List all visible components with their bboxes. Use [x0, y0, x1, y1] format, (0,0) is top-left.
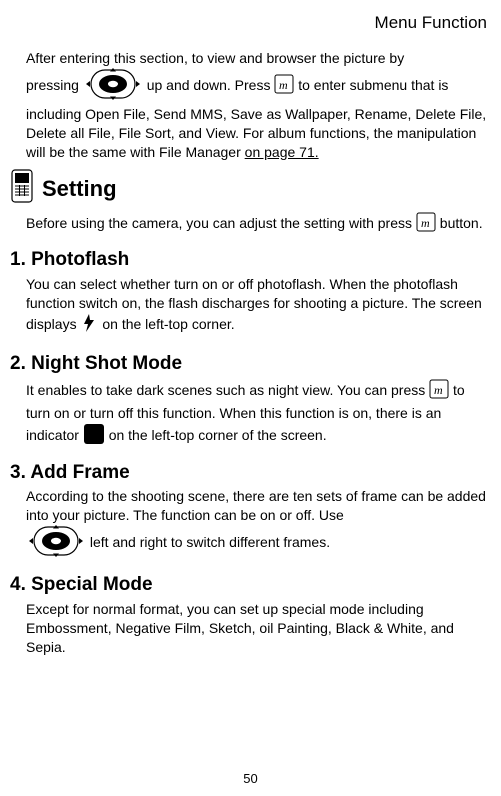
setting-text-1: Before using the camera, you can adjust … [26, 215, 416, 231]
addframe-heading: 3. Add Frame [10, 460, 491, 486]
nav-pad-icon [83, 68, 143, 105]
addframe-text-1: According to the shooting scene, there a… [26, 488, 486, 523]
intro-text-2: pressing [26, 77, 83, 93]
intro-para: After entering this section, to view and… [10, 49, 491, 161]
setting-text-2: button. [440, 215, 483, 231]
page-link[interactable]: on page 71. [245, 144, 319, 160]
nav-pad-icon [26, 525, 86, 562]
specialmode-heading: 4. Special Mode [10, 572, 491, 598]
specialmode-para: Except for normal format, you can set up… [10, 600, 491, 657]
nightshot-text-1: It enables to take dark scenes such as n… [26, 382, 429, 398]
moon-icon [83, 423, 105, 450]
specialmode-text-1: Except for normal format, you can set up… [26, 601, 454, 655]
phone-icon [10, 169, 34, 208]
photoflash-para: You can select whether turn on or off ph… [10, 275, 491, 338]
m-key-icon [416, 212, 436, 237]
m-key-icon [274, 74, 294, 99]
m-key-icon [429, 379, 449, 404]
addframe-para: According to the shooting scene, there a… [10, 487, 491, 562]
addframe-text-2: left and right to switch different frame… [90, 534, 330, 550]
setting-heading: Setting [42, 174, 117, 204]
page-number: 50 [0, 770, 501, 788]
page-header: Menu Function [10, 12, 491, 35]
nightshot-para: It enables to take dark scenes such as n… [10, 379, 491, 450]
photoflash-text-2: on the left-top corner. [102, 316, 234, 332]
photoflash-heading: 1. Photoflash [10, 247, 491, 273]
flash-icon [80, 313, 98, 338]
intro-text-3: up and down. Press [147, 77, 275, 93]
nightshot-text-3: on the left-top corner of the screen. [109, 427, 327, 443]
setting-para: Before using the camera, you can adjust … [10, 212, 491, 237]
intro-text-1: After entering this section, to view and… [26, 50, 404, 66]
nightshot-heading: 2. Night Shot Mode [10, 351, 491, 377]
